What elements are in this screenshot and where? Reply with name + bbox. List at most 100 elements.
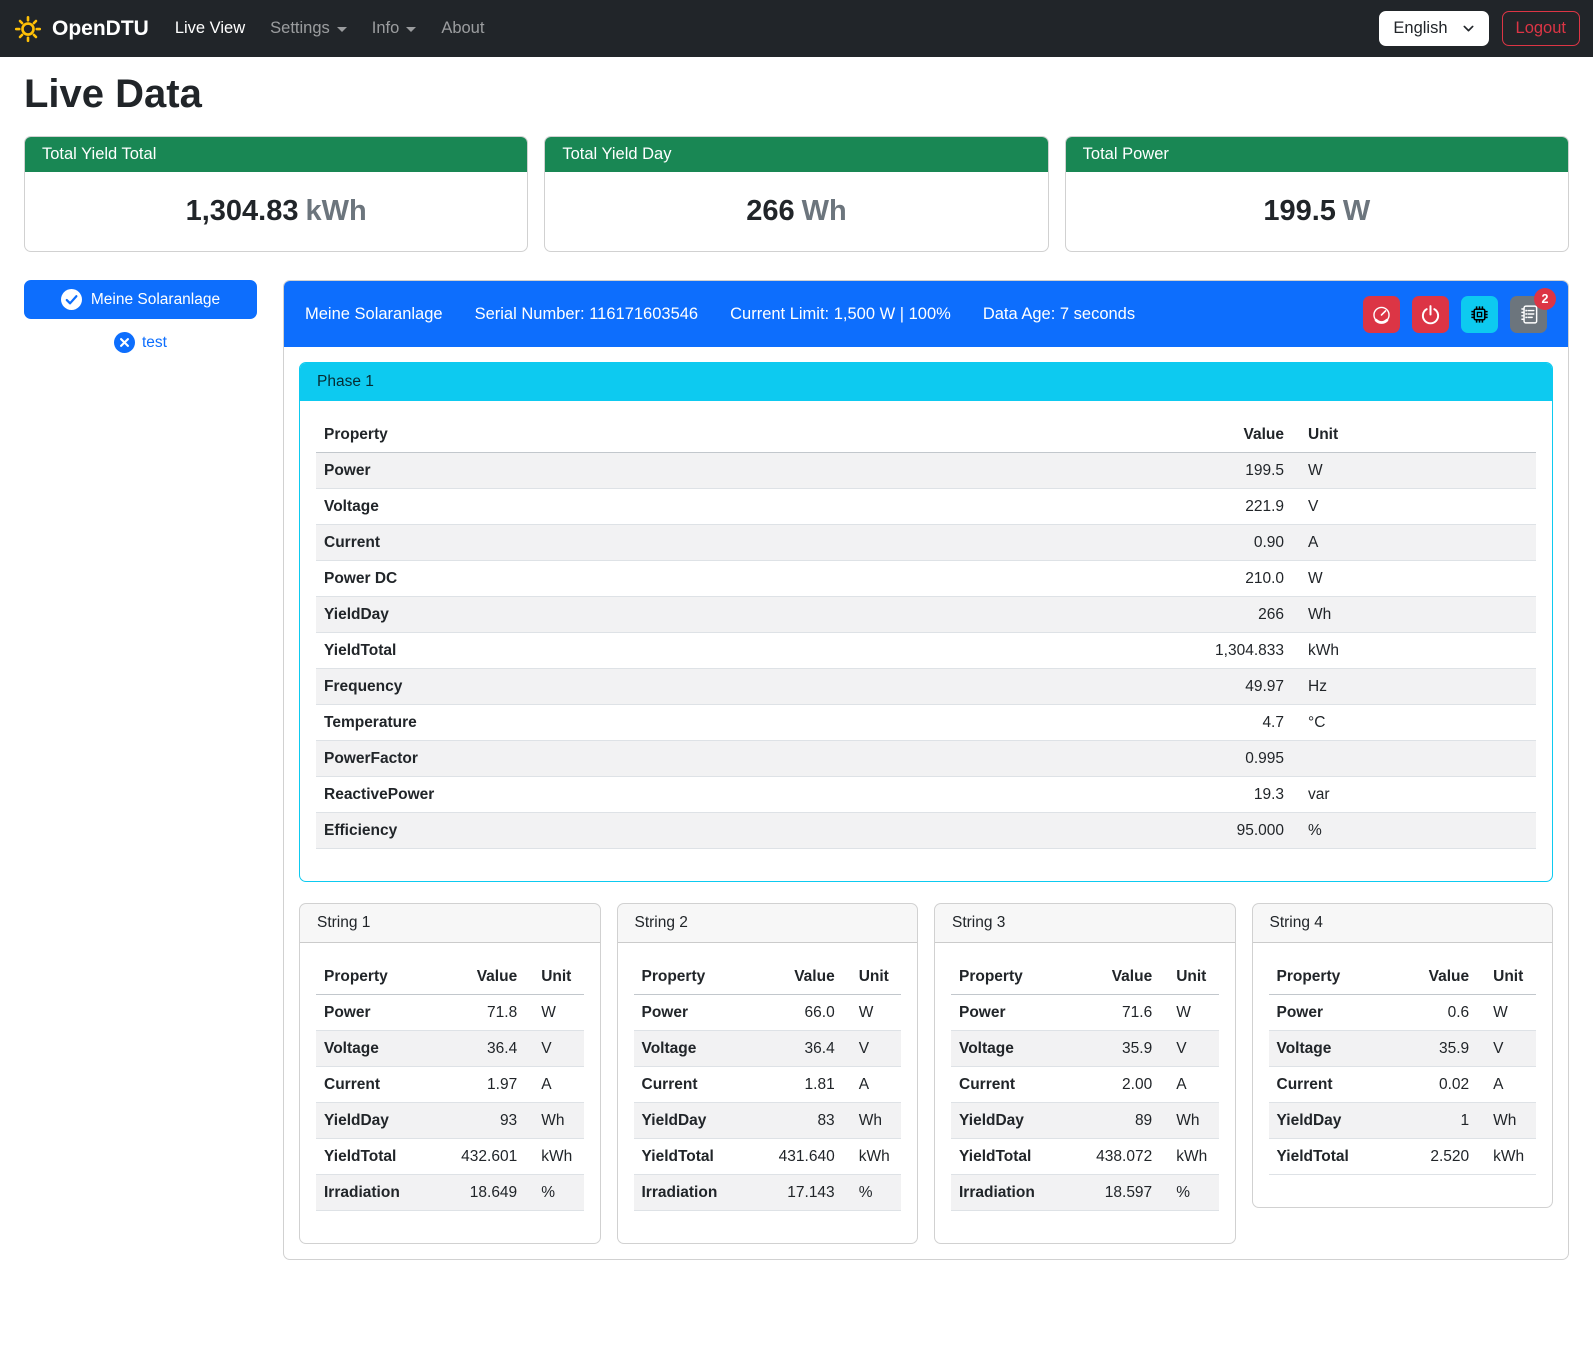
- value-cell: 0.995: [1109, 741, 1292, 777]
- value-cell: 1.81: [771, 1067, 843, 1103]
- table-row: Irradiation18.597%: [951, 1175, 1219, 1211]
- table-row: Power71.6W: [951, 995, 1219, 1031]
- table-header-row: Property Value Unit: [951, 959, 1219, 995]
- column-header-unit: Unit: [843, 959, 901, 995]
- unit-cell: %: [1160, 1175, 1218, 1211]
- unit-cell: V: [1292, 489, 1536, 525]
- unit-cell: A: [525, 1067, 583, 1103]
- column-header-value: Value: [1109, 417, 1292, 453]
- value-cell: 0.02: [1413, 1067, 1477, 1103]
- column-header-unit: Unit: [525, 959, 583, 995]
- value-cell: 35.9: [1088, 1031, 1160, 1067]
- value-cell: 1.97: [453, 1067, 525, 1103]
- inverter-name: Meine Solaranlage: [305, 305, 443, 324]
- check-circle-icon: [61, 289, 82, 310]
- unit-cell: Wh: [1292, 597, 1536, 633]
- table-row: Voltage35.9V: [1269, 1031, 1537, 1067]
- property-cell: Power: [634, 995, 771, 1031]
- value-cell: 1,304.833: [1109, 633, 1292, 669]
- property-cell: YieldTotal: [951, 1139, 1088, 1175]
- unit-cell: %: [1292, 813, 1536, 849]
- nav-item-about[interactable]: About: [433, 11, 492, 46]
- inverter-header: Meine Solaranlage Serial Number: 1161716…: [284, 281, 1568, 347]
- property-cell: Current: [634, 1067, 771, 1103]
- card-value: 266: [746, 195, 794, 227]
- card-total-yield-day: Total Yield Day 266Wh: [544, 136, 1048, 252]
- limit-settings-button[interactable]: [1363, 296, 1400, 333]
- value-cell: 266: [1109, 597, 1292, 633]
- language-selector[interactable]: English: [1379, 11, 1488, 46]
- property-cell: Power: [951, 995, 1088, 1031]
- unit-cell: °C: [1292, 705, 1536, 741]
- event-log-button[interactable]: 2: [1510, 296, 1547, 333]
- logout-button[interactable]: Logout: [1502, 11, 1580, 46]
- table-row: Current2.00A: [951, 1067, 1219, 1103]
- summary-cards-row: Total Yield Total 1,304.83kWh Total Yiel…: [24, 136, 1569, 252]
- table-row: YieldDay93Wh: [316, 1103, 584, 1139]
- unit-cell: kWh: [1477, 1139, 1536, 1175]
- nav-item-live-view[interactable]: Live View: [167, 11, 253, 46]
- card-total-power: Total Power 199.5W: [1065, 136, 1569, 252]
- strings-grid: String 1 Property Value Unit: [299, 903, 1553, 1244]
- property-cell: Voltage: [1269, 1031, 1413, 1067]
- property-cell: YieldTotal: [316, 1139, 453, 1175]
- value-cell: 71.6: [1088, 995, 1160, 1031]
- power-button[interactable]: [1412, 296, 1449, 333]
- nav-item-info[interactable]: Info: [364, 11, 425, 46]
- event-count-badge: 2: [1534, 288, 1556, 310]
- unit-cell: Wh: [1477, 1103, 1536, 1139]
- column-header-property: Property: [316, 959, 453, 995]
- string-1-card: String 1 Property Value Unit: [299, 903, 601, 1244]
- string-4-card: String 4 Property Value Unit: [1252, 903, 1554, 1208]
- string-card-title: String 1: [300, 904, 600, 943]
- column-header-value: Value: [771, 959, 843, 995]
- table-row: Voltage221.9V: [316, 489, 1536, 525]
- property-cell: Current: [316, 525, 1109, 561]
- value-cell: 4.7: [1109, 705, 1292, 741]
- nav-item-settings[interactable]: Settings: [262, 11, 355, 46]
- property-cell: YieldTotal: [1269, 1139, 1413, 1175]
- table-row: Frequency49.97Hz: [316, 669, 1536, 705]
- string-2-table: Property Value Unit Power66.0WVoltage36.…: [634, 959, 902, 1211]
- unit-cell: W: [1292, 561, 1536, 597]
- value-cell: 89: [1088, 1103, 1160, 1139]
- value-cell: 95.000: [1109, 813, 1292, 849]
- unit-cell: kWh: [1292, 633, 1536, 669]
- value-cell: 36.4: [771, 1031, 843, 1067]
- string-card-title: String 3: [935, 904, 1235, 943]
- unit-cell: Wh: [1160, 1103, 1218, 1139]
- property-cell: Irradiation: [316, 1175, 453, 1211]
- inverter-item-test[interactable]: test: [24, 332, 257, 353]
- sun-logo-icon: [13, 14, 43, 44]
- table-row: YieldDay1Wh: [1269, 1103, 1537, 1139]
- property-cell: ReactivePower: [316, 777, 1109, 813]
- inverter-select-button[interactable]: Meine Solaranlage: [24, 280, 257, 319]
- table-header-row: Property Value Unit: [316, 417, 1536, 453]
- card-unit: Wh: [802, 195, 847, 227]
- property-cell: Power: [316, 995, 453, 1031]
- card-title: Total Power: [1066, 137, 1568, 172]
- table-row: PowerFactor0.995: [316, 741, 1536, 777]
- device-info-button[interactable]: [1461, 296, 1498, 333]
- string-card-title: String 2: [618, 904, 918, 943]
- value-cell: 199.5: [1109, 453, 1292, 489]
- string-card-body: Property Value Unit Power71.8WVoltage36.…: [300, 943, 600, 1243]
- language-label: English: [1393, 19, 1447, 38]
- table-row: YieldTotal432.601kWh: [316, 1139, 584, 1175]
- table-row: YieldDay89Wh: [951, 1103, 1219, 1139]
- unit-cell: A: [843, 1067, 901, 1103]
- table-row: Irradiation17.143%: [634, 1175, 902, 1211]
- property-cell: Efficiency: [316, 813, 1109, 849]
- table-row: YieldTotal1,304.833kWh: [316, 633, 1536, 669]
- column-header-unit: Unit: [1292, 417, 1536, 453]
- unit-cell: Wh: [843, 1103, 901, 1139]
- unit-cell: kWh: [843, 1139, 901, 1175]
- phase-1-panel: Phase 1 Property Value Unit Power199.5WV…: [299, 362, 1553, 882]
- content-row: Meine Solaranlage test Meine Solaranlage…: [24, 280, 1569, 1260]
- property-cell: Voltage: [316, 489, 1109, 525]
- table-row: Power66.0W: [634, 995, 902, 1031]
- value-cell: 18.597: [1088, 1175, 1160, 1211]
- brand-link[interactable]: OpenDTU: [13, 14, 149, 44]
- unit-cell: [1292, 741, 1536, 777]
- unit-cell: A: [1160, 1067, 1218, 1103]
